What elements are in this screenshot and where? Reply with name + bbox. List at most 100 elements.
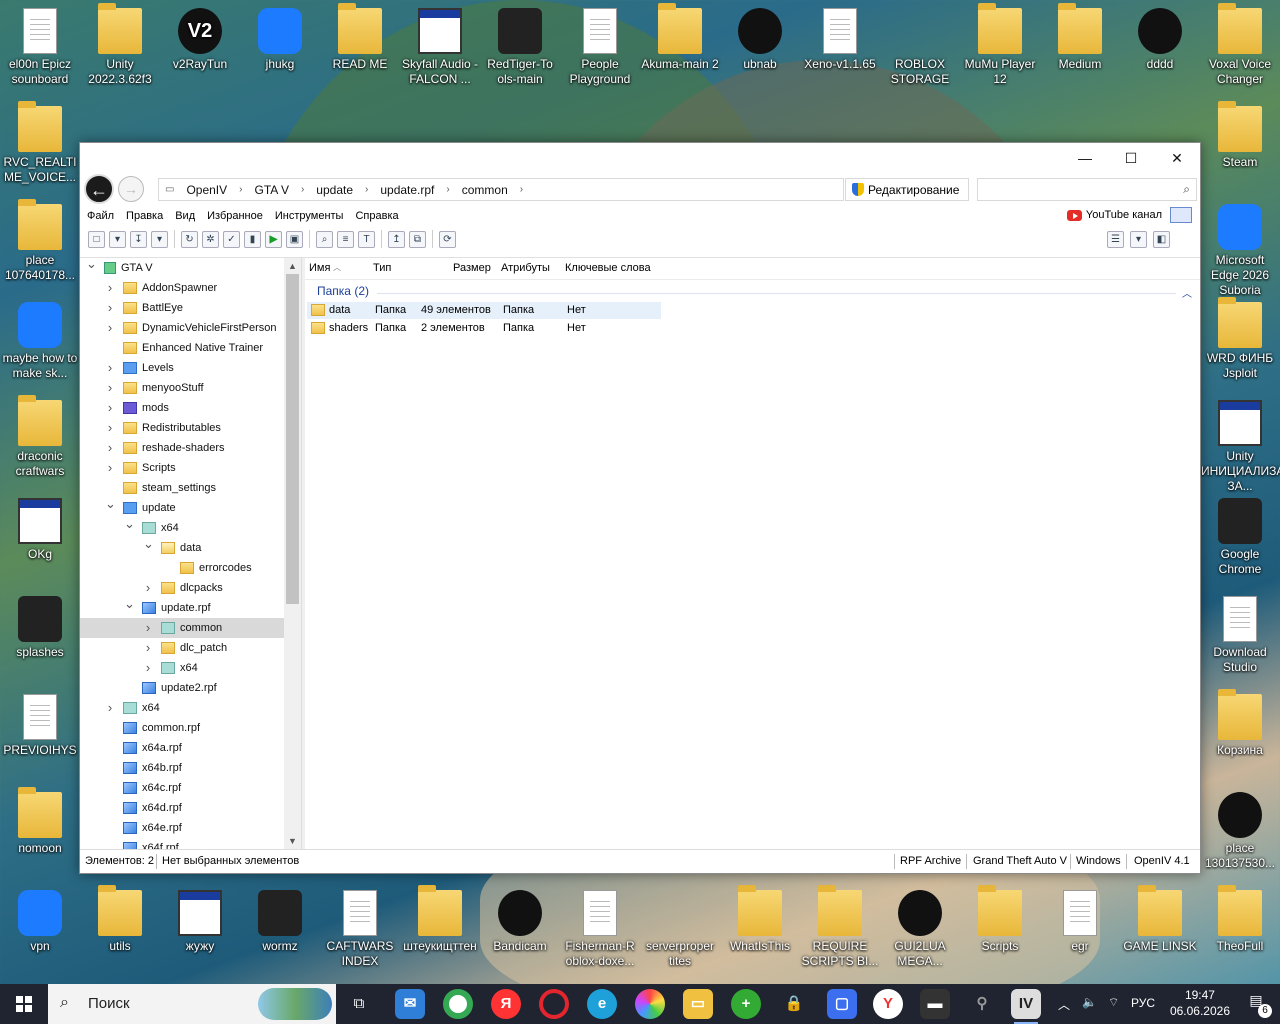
desktop-icon[interactable]: MuMu Player 12 xyxy=(961,2,1039,98)
maximize-button[interactable]: ☐ xyxy=(1108,143,1154,173)
desktop-icon[interactable]: draconic craftwars xyxy=(1,394,79,490)
document-icon[interactable]: ≡ xyxy=(337,230,354,248)
wifi-icon[interactable]: ⌔ xyxy=(1108,995,1119,1010)
tree-item[interactable]: ⌄ data xyxy=(80,536,301,558)
chevron-down-icon[interactable]: ⌄ xyxy=(124,596,135,612)
scroll-up-icon[interactable]: ▲ xyxy=(284,258,301,274)
tree-item[interactable]: › mods xyxy=(80,398,301,418)
desktop-icon[interactable]: RVC_REALTI ME_VOICE... xyxy=(1,100,79,196)
desktop-icon[interactable]: CAFTWARS INDEX xyxy=(321,884,399,980)
desktop-icon[interactable]: el00n Epicz sounboard xyxy=(1,2,79,98)
desktop-icon[interactable]: jhukg xyxy=(241,2,319,98)
desktop-icon[interactable]: Akuma-main 2 xyxy=(641,2,719,98)
breadcrumb-chevron-icon[interactable]: › xyxy=(295,184,310,195)
text-icon[interactable]: T xyxy=(358,230,375,248)
menu-item[interactable]: Инструменты xyxy=(275,210,344,222)
yandex-browser-icon[interactable]: Я xyxy=(491,989,521,1019)
tree-item[interactable]: x64a.rpf xyxy=(80,738,301,758)
desktop-icon[interactable]: READ ME xyxy=(321,2,399,98)
chart-icon[interactable]: ▮ xyxy=(244,230,261,248)
tree-item[interactable]: ⌄ GTA V xyxy=(80,258,301,278)
desktop-icon[interactable]: ROBLOX STORAGE xyxy=(881,2,959,98)
desktop-icon[interactable]: serverproper tites xyxy=(641,884,719,980)
desktop-icon[interactable]: TheoFull xyxy=(1201,884,1279,980)
file-row[interactable]: data Папка 49 элементов Папка Нет xyxy=(307,302,661,319)
chevron-right-icon[interactable]: › xyxy=(105,460,115,475)
desktop-icon[interactable]: utils xyxy=(81,884,159,980)
tree-item[interactable]: › Levels xyxy=(80,358,301,378)
desktop-icon[interactable]: place 130137530... xyxy=(1201,786,1279,882)
details-view-icon[interactable]: ☰ xyxy=(1107,231,1124,248)
tree-item[interactable]: › x64 xyxy=(80,658,301,678)
desktop-icon[interactable]: ubnab xyxy=(721,2,799,98)
tree-item[interactable]: ⌄ update xyxy=(80,496,301,518)
desktop-icon[interactable]: Unity 2022.3.62f3 xyxy=(81,2,159,98)
desktop-icon[interactable]: Voxal Voice Changer xyxy=(1201,2,1279,98)
breadcrumb-item[interactable]: OpenIV xyxy=(180,183,233,197)
file-explorer-icon[interactable]: ▭ xyxy=(683,989,713,1019)
breadcrumb-item[interactable]: common xyxy=(456,183,514,197)
forward-button[interactable]: → xyxy=(118,176,144,202)
desktop-icon[interactable]: Unity ИНИЦИАЛИЗАЦИЯ ЗА... xyxy=(1201,394,1280,493)
chevron-down-icon[interactable]: ⌄ xyxy=(124,516,135,532)
chevron-right-icon[interactable]: › xyxy=(105,320,115,335)
desktop-icon[interactable]: GUI2LUA MEGA... xyxy=(881,884,959,980)
tree-item[interactable]: › x64 xyxy=(80,698,301,718)
plus-app-icon[interactable]: + xyxy=(731,989,761,1019)
desktop-icon[interactable]: egr xyxy=(1041,884,1119,980)
menu-item[interactable]: Правка xyxy=(126,210,163,222)
edge-icon[interactable]: e xyxy=(587,989,617,1019)
desktop-icon[interactable]: PREVIOIHYS xyxy=(1,688,79,784)
breadcrumb-chevron-icon[interactable]: › xyxy=(233,184,248,195)
desktop-icon[interactable]: Xeno-v1.1.65 xyxy=(801,2,879,98)
tree-item[interactable]: › common xyxy=(80,618,301,638)
breadcrumb-chevron-icon[interactable]: › xyxy=(440,184,455,195)
group-header[interactable]: Папка (2) xyxy=(317,284,369,298)
tree-item[interactable]: › dlcpacks xyxy=(80,578,301,598)
view-dropdown-icon[interactable]: ▾ xyxy=(1130,231,1147,248)
tree-item[interactable]: Enhanced Native Trainer xyxy=(80,338,301,358)
desktop-icon[interactable]: dddd xyxy=(1121,2,1199,98)
chevron-right-icon[interactable]: › xyxy=(143,660,153,675)
terminal-icon[interactable]: ▬ xyxy=(920,989,950,1019)
desktop-icon[interactable]: Medium xyxy=(1041,2,1119,98)
desktop-icon[interactable]: Корзина xyxy=(1201,688,1279,784)
tree-item[interactable]: x64b.rpf xyxy=(80,758,301,778)
desktop-icon[interactable]: vpn xyxy=(1,884,79,980)
preview-pane-icon[interactable]: ◧ xyxy=(1153,231,1170,248)
desktop-icon[interactable]: REQUIRE SCRIPTS BI... xyxy=(801,884,879,980)
tree-item[interactable]: › reshade-shaders xyxy=(80,438,301,458)
column-name[interactable]: Имя xyxy=(309,262,330,274)
find-icon[interactable]: ⌕ xyxy=(316,230,333,248)
play-icon[interactable]: ▶ xyxy=(265,230,282,248)
scroll-thumb[interactable] xyxy=(286,274,299,604)
chevron-right-icon[interactable]: › xyxy=(105,440,115,455)
chevron-down-icon[interactable]: ⌄ xyxy=(86,258,97,272)
tree-item[interactable]: steam_settings xyxy=(80,478,301,498)
edit-mode-button[interactable]: Редактирование xyxy=(845,178,969,201)
rebuild-icon[interactable]: ⟳ xyxy=(439,230,456,248)
start-button[interactable] xyxy=(0,984,48,1024)
chevron-right-icon[interactable]: › xyxy=(105,400,115,415)
volume-icon[interactable]: 🔈 xyxy=(1082,995,1097,1009)
address-bar[interactable]: ▭ OpenIV › GTA V › update › update.rpf › common › xyxy=(158,178,844,201)
paint-icon[interactable] xyxy=(635,989,665,1019)
chevron-right-icon[interactable]: › xyxy=(105,420,115,435)
scroll-down-icon[interactable]: ▼ xyxy=(284,833,301,849)
chevron-down-icon[interactable]: ⌄ xyxy=(143,536,154,552)
column-keywords[interactable]: Ключевые слова xyxy=(565,262,651,274)
title-bar[interactable]: — ☐ ✕ xyxy=(80,143,1200,173)
tree-item[interactable]: › dlc_patch xyxy=(80,638,301,658)
window-view-button[interactable] xyxy=(1170,207,1192,223)
import-icon[interactable]: ↧ xyxy=(130,230,147,248)
desktop-icon[interactable]: nomoon xyxy=(1,786,79,882)
tree-item[interactable]: errorcodes xyxy=(80,558,301,578)
desktop-icon[interactable]: place 107640178... xyxy=(1,198,79,294)
chevron-right-icon[interactable]: › xyxy=(105,360,115,375)
tree-item[interactable]: common.rpf xyxy=(80,718,301,738)
export-icon[interactable]: ↥ xyxy=(388,230,405,248)
minimize-button[interactable]: — xyxy=(1062,143,1108,173)
close-button[interactable]: ✕ xyxy=(1154,143,1200,173)
tree-item[interactable]: x64e.rpf xyxy=(80,818,301,838)
tree-item[interactable]: update2.rpf xyxy=(80,678,301,698)
